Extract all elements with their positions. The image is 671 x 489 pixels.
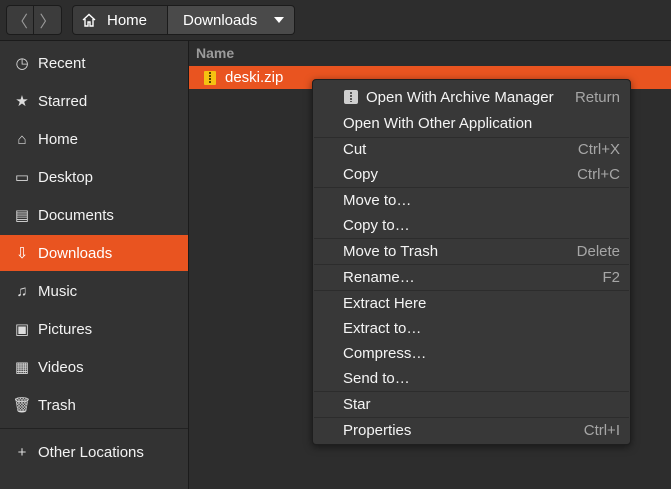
sidebar-item-videos[interactable]: ▦ Videos xyxy=(0,349,188,385)
menu-item-label: Extract Here xyxy=(343,294,427,312)
video-icon: ▦ xyxy=(14,359,30,376)
sidebar-item-downloads[interactable]: ⇩ Downloads xyxy=(0,235,188,271)
chevron-right-icon: 〉 xyxy=(39,14,56,31)
menu-item-label: Compress… xyxy=(343,344,427,362)
star-icon: ★ xyxy=(15,93,29,110)
menu-item-accel: Delete xyxy=(576,242,620,260)
breadcrumb-home-label: Home xyxy=(107,11,148,29)
sidebar-item-other-locations[interactable]: + Other Locations xyxy=(0,434,188,470)
sidebar-item-recent[interactable]: ◷ Recent xyxy=(0,45,188,81)
sidebar-divider xyxy=(0,428,188,429)
menu-item-label: Open With Other Application xyxy=(343,114,533,132)
sidebar-item-label: Home xyxy=(38,130,79,148)
sidebar-item-label: Downloads xyxy=(38,244,113,262)
breadcrumb-home[interactable]: Home xyxy=(72,5,168,35)
menu-item-label: Rename… xyxy=(343,268,415,286)
context-menu: Open With Archive Manager Return Open Wi… xyxy=(312,79,631,445)
sidebar-item-label: Music xyxy=(38,282,78,300)
breadcrumb-downloads-label: Downloads xyxy=(183,11,258,29)
menu-item-label: Move to… xyxy=(343,191,412,209)
menu-item-rename[interactable]: Rename… F2 xyxy=(313,265,630,289)
file-manager-window: 〈 〉 Home Downloads ◷ Recent ★ Starred ⌂ … xyxy=(0,0,671,489)
sidebar-item-label: Other Locations xyxy=(38,443,144,461)
zip-file-icon xyxy=(204,70,216,85)
menu-item-label: Copy to… xyxy=(343,216,410,234)
breadcrumb: Home Downloads xyxy=(72,5,295,35)
menu-item-label: Send to… xyxy=(343,369,410,387)
menu-item-cut[interactable]: Cut Ctrl+X xyxy=(313,137,630,161)
sidebar-item-starred[interactable]: ★ Starred xyxy=(0,83,188,119)
header-bar: 〈 〉 Home Downloads xyxy=(0,0,671,41)
download-icon: ⇩ xyxy=(15,245,29,262)
menu-item-compress[interactable]: Compress… xyxy=(313,341,630,365)
menu-item-label: Open With Archive Manager xyxy=(366,88,554,106)
menu-item-label: Move to Trash xyxy=(343,242,439,260)
home-icon xyxy=(82,13,96,27)
sidebar-item-label: Starred xyxy=(38,92,88,110)
menu-item-open-with-other-application[interactable]: Open With Other Application xyxy=(313,111,630,135)
plus-icon: + xyxy=(17,443,27,461)
sidebar-item-pictures[interactable]: ▣ Pictures xyxy=(0,311,188,347)
chevron-left-icon: 〈 xyxy=(11,14,28,31)
back-button[interactable]: 〈 xyxy=(6,5,34,35)
menu-item-extract-here[interactable]: Extract Here xyxy=(313,291,630,315)
menu-item-move-to-trash[interactable]: Move to Trash Delete xyxy=(313,239,630,263)
column-header-name[interactable]: Name xyxy=(189,41,671,64)
sidebar-item-label: Trash xyxy=(38,396,76,414)
sidebar-item-label: Videos xyxy=(38,358,84,376)
sidebar-item-desktop[interactable]: ▭ Desktop xyxy=(0,159,188,195)
menu-item-label: Cut xyxy=(343,140,367,158)
home-icon: ⌂ xyxy=(17,130,27,148)
sidebar-item-label: Pictures xyxy=(38,320,93,338)
chevron-down-icon[interactable] xyxy=(274,17,284,23)
sidebar-item-trash[interactable]: 🗑 Trash xyxy=(0,387,188,423)
clock-icon: ◷ xyxy=(15,55,29,72)
desktop-icon: ▭ xyxy=(14,169,30,186)
menu-item-copy[interactable]: Copy Ctrl+C xyxy=(313,162,630,186)
menu-item-label: Star xyxy=(343,395,371,413)
menu-item-accel: Ctrl+X xyxy=(577,140,620,158)
sidebar-item-label: Desktop xyxy=(38,168,94,186)
picture-icon: ▣ xyxy=(14,321,30,338)
menu-item-open-with-archive-manager[interactable]: Open With Archive Manager Return xyxy=(313,85,630,109)
document-icon: ▤ xyxy=(14,207,30,224)
menu-item-accel: Ctrl+I xyxy=(583,421,620,439)
menu-item-move-to[interactable]: Move to… xyxy=(313,188,630,212)
breadcrumb-downloads[interactable]: Downloads xyxy=(168,5,295,35)
sidebar-item-home[interactable]: ⌂ Home xyxy=(0,121,188,157)
menu-item-accel: Ctrl+C xyxy=(577,165,620,183)
menu-item-properties[interactable]: Properties Ctrl+I xyxy=(313,418,630,442)
menu-item-label: Extract to… xyxy=(343,319,422,337)
menu-item-star[interactable]: Star xyxy=(313,392,630,416)
sidebar-item-music[interactable]: ♫ Music xyxy=(0,273,188,309)
menu-item-accel: Return xyxy=(574,88,620,106)
file-name: deski.zip xyxy=(225,69,284,86)
sidebar: ◷ Recent ★ Starred ⌂ Home ▭ Desktop ▤ Do… xyxy=(0,41,189,489)
archive-manager-icon xyxy=(344,90,358,104)
forward-button[interactable]: 〉 xyxy=(34,5,62,35)
menu-item-label: Copy xyxy=(343,165,379,183)
menu-item-label: Properties xyxy=(343,421,412,439)
menu-item-accel: F2 xyxy=(602,268,620,286)
menu-item-copy-to[interactable]: Copy to… xyxy=(313,213,630,237)
music-icon: ♫ xyxy=(16,282,28,300)
sidebar-item-label: Documents xyxy=(38,206,114,224)
sidebar-item-documents[interactable]: ▤ Documents xyxy=(0,197,188,233)
trash-icon: 🗑 xyxy=(12,397,32,414)
sidebar-item-label: Recent xyxy=(38,54,86,72)
menu-item-send-to[interactable]: Send to… xyxy=(313,366,630,390)
menu-item-extract-to[interactable]: Extract to… xyxy=(313,316,630,340)
column-header-label: Name xyxy=(196,44,235,61)
